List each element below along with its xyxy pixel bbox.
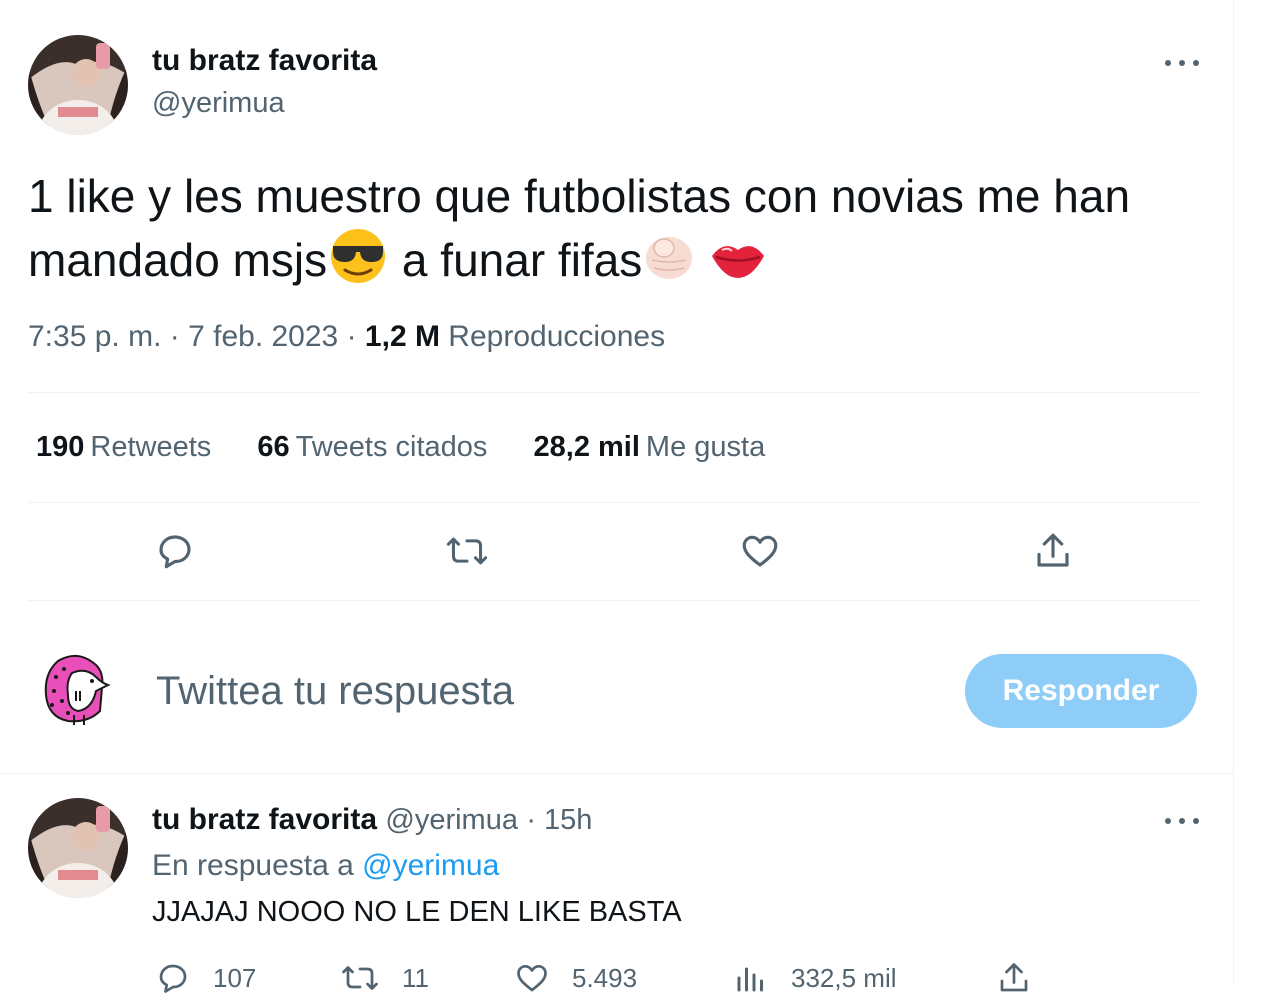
reply-author-name-text[interactable]: tu bratz favorita: [152, 803, 377, 836]
quotes-count: 66: [257, 431, 290, 463]
meta-separator: ·: [346, 320, 357, 353]
reply-retweet-count: 11: [402, 962, 429, 993]
retweets-count: 190: [36, 431, 85, 463]
tweet-text-line2a: mandado msjs: [28, 234, 328, 286]
reply-view-count: 332,5 mil: [791, 962, 897, 993]
timeline-right-border: [1233, 0, 1234, 986]
quotes-label: Tweets citados: [295, 431, 488, 463]
reply-input[interactable]: Twittea tu respuesta: [156, 667, 514, 715]
like-icon[interactable]: [738, 529, 782, 573]
replying-to: En respuesta a @yerimua: [152, 847, 499, 885]
quotes-stat[interactable]: 66 Tweets citados: [257, 428, 487, 466]
reply-author-avatar[interactable]: [28, 798, 128, 898]
retweet-icon[interactable]: [445, 529, 489, 573]
share-icon: [1000, 963, 1028, 992]
pointing-finger-emoji-icon: [642, 226, 700, 298]
tweet-text-line2b: a funar fifas: [389, 234, 643, 286]
divider: [28, 392, 1200, 393]
retweets-stat[interactable]: 190 Retweets: [36, 428, 211, 466]
likes-label: Me gusta: [645, 431, 766, 463]
sunglasses-emoji-icon: [327, 226, 389, 298]
retweet-icon: [342, 966, 378, 990]
views-label: Reproducciones: [448, 320, 666, 353]
reply-like-count: 5.493: [572, 962, 638, 993]
tweet-stats: 190 Retweets 66 Tweets citados 28,2 mil Me …: [36, 428, 803, 466]
reply-more-options-icon[interactable]: [1165, 815, 1199, 827]
views-icon: [737, 967, 763, 992]
share-icon[interactable]: [1031, 529, 1075, 573]
reply-views-action[interactable]: 332,5 mil: [733, 958, 897, 998]
like-icon: [517, 964, 547, 992]
author-handle[interactable]: @yerimua: [152, 85, 285, 121]
current-user-avatar[interactable]: [38, 651, 118, 731]
views-count: 1,2 M: [364, 320, 440, 353]
tweet-text-line1: 1 like y les muestro que futbolistas con…: [28, 170, 1131, 222]
reply-text: JJAJAJ NOOO NO LE DEN LIKE BASTA: [152, 896, 682, 928]
kiss-mark-emoji-icon: [708, 234, 768, 298]
replying-to-link[interactable]: @yerimua: [362, 849, 499, 882]
retweets-label: Retweets: [90, 431, 212, 463]
tweet-meta: 7:35 p. m. · 7 feb. 2023 · 1,2 M Reprodu…: [28, 317, 665, 357]
tweet-time[interactable]: 7:35 p. m.: [28, 320, 161, 353]
tweet-date[interactable]: 7 feb. 2023: [188, 320, 338, 353]
responder-button[interactable]: Responder: [965, 654, 1197, 728]
reply-icon[interactable]: [153, 529, 197, 573]
reply-share-action[interactable]: [996, 958, 1054, 998]
likes-stat[interactable]: 28,2 mil Me gusta: [534, 428, 766, 466]
more-options-icon[interactable]: [1165, 57, 1199, 69]
meta-separator: ·: [169, 320, 180, 353]
reply-author-handle[interactable]: @yerimua: [385, 804, 518, 836]
reply-like-action[interactable]: 5.493: [514, 958, 637, 998]
reply-time-ago[interactable]: · 15h: [526, 804, 592, 836]
divider: [28, 502, 1200, 503]
reply-reply-action[interactable]: 107: [155, 958, 256, 998]
reply-retweet-action[interactable]: 11: [340, 958, 429, 998]
tweet-text: 1 like y les muestro que futbolistas con…: [28, 166, 1218, 298]
author-avatar[interactable]: [28, 35, 128, 135]
divider: [28, 600, 1200, 601]
reply-author-name[interactable]: tu bratz favorita @yerimua · 15h: [152, 802, 592, 838]
replying-prefix: En respuesta a: [152, 849, 354, 882]
likes-count: 28,2 mil: [533, 431, 640, 463]
divider: [0, 773, 1233, 774]
reply-icon: [159, 964, 187, 993]
reply-reply-count: 107: [213, 962, 257, 993]
author-name[interactable]: tu bratz favorita: [152, 43, 377, 79]
